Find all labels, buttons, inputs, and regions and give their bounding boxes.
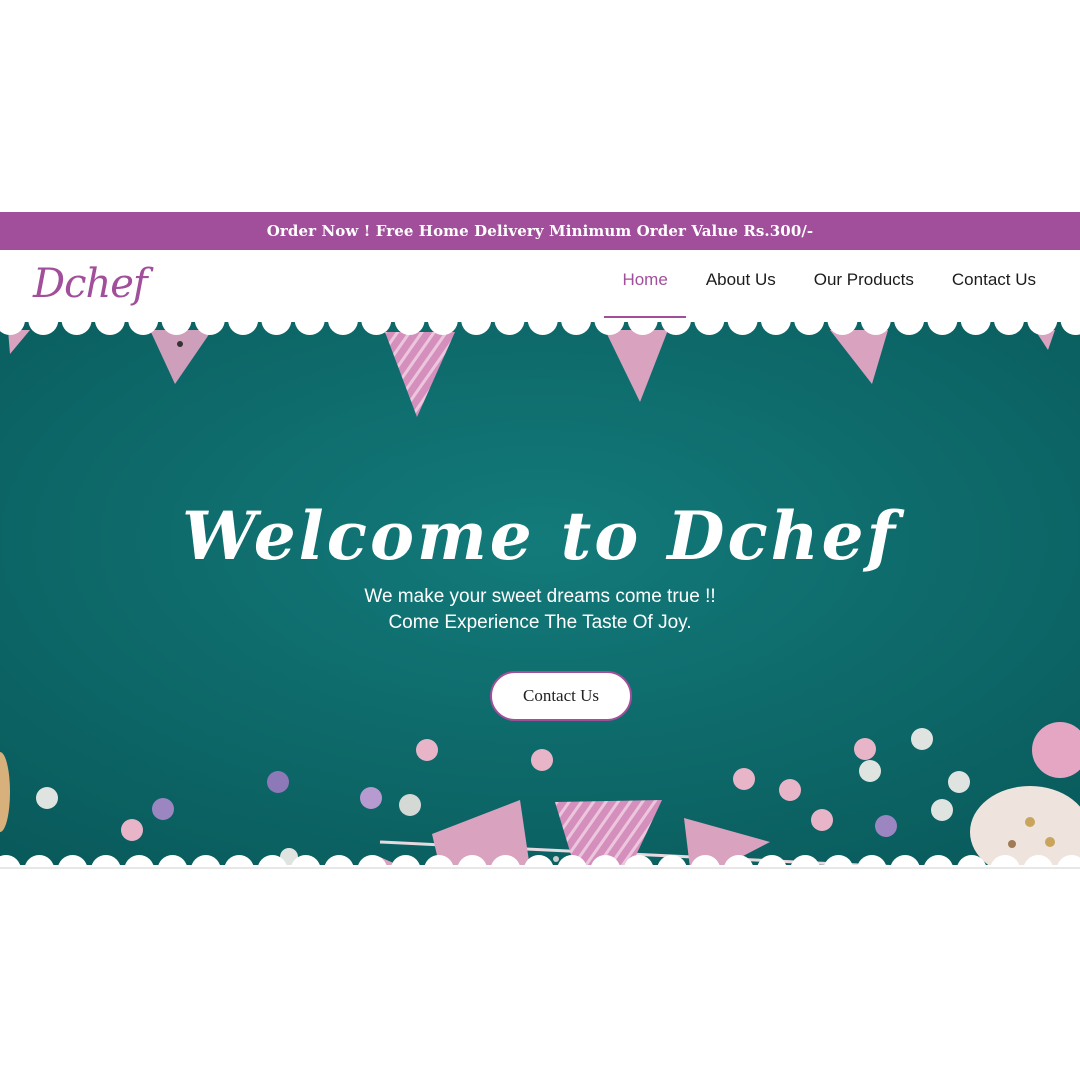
hero-content: Welcome to Dchef We make your sweet drea…: [0, 322, 1080, 868]
announcement-text: Order Now ! Free Home Delivery Minimum O…: [266, 222, 814, 240]
hero-subtitle-line-2: Come Experience The Taste Of Joy.: [388, 612, 692, 633]
main-nav: Home About Us Our Products Contact Us: [602, 250, 1054, 318]
slider-dot-1[interactable]: [553, 856, 559, 862]
contact-us-button[interactable]: Contact Us: [490, 671, 632, 721]
nav-item-home[interactable]: Home: [604, 250, 686, 318]
hero-slider: Welcome to Dchef We make your sweet drea…: [0, 322, 1080, 868]
navbar: Dchef Home About Us Our Products Contact…: [0, 250, 1080, 322]
announcement-bar: Order Now ! Free Home Delivery Minimum O…: [0, 212, 1080, 250]
nav-item-about-us[interactable]: About Us: [688, 250, 794, 318]
nav-item-our-products[interactable]: Our Products: [796, 250, 932, 318]
slider-dot-2[interactable]: [567, 856, 573, 862]
slider-dots: [553, 856, 573, 862]
nav-item-contact-us[interactable]: Contact Us: [934, 250, 1054, 318]
hero-subtitle-line-1: We make your sweet dreams come true !!: [364, 586, 716, 607]
hero-title: Welcome to Dchef: [181, 497, 899, 576]
hero-subtitle: We make your sweet dreams come true !! C…: [0, 584, 1080, 636]
page: Order Now ! Free Home Delivery Minimum O…: [0, 0, 1080, 1080]
logo[interactable]: Dchef: [33, 258, 148, 310]
